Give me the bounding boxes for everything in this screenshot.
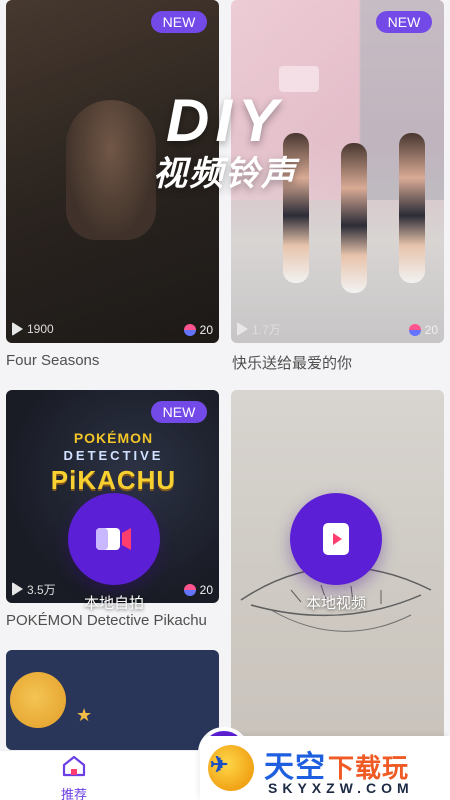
video-file-icon[interactable] (290, 493, 382, 585)
site-watermark: ✈ 天空 下载玩 SKYXZW.COM (200, 736, 450, 800)
home-icon (62, 755, 86, 777)
diy-subheadline: 视频铃声 (153, 155, 297, 193)
nav-recommend-label: 推荐 (60, 787, 87, 800)
local-selfie-label: 本地自拍 (83, 595, 144, 612)
airplane-icon: ✈ (210, 752, 229, 777)
nav-recommend[interactable]: 推荐 (54, 755, 94, 800)
local-video-button[interactable]: 本地视频 (276, 493, 396, 613)
video-camera-icon[interactable] (68, 493, 160, 585)
watermark-domain: SKYXZW.COM (268, 780, 414, 796)
diy-headline: DIY (165, 87, 285, 154)
local-selfie-button[interactable]: 本地自拍 (54, 493, 174, 613)
local-video-label: 本地视频 (305, 595, 366, 612)
